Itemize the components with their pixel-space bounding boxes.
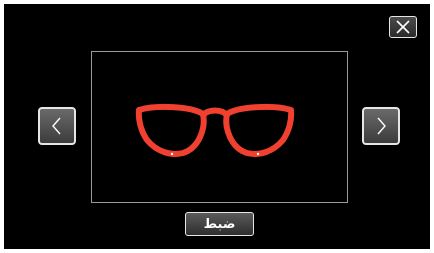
set-button-label: ضبط (203, 216, 236, 232)
glasses-icon (135, 103, 295, 157)
set-button[interactable]: ضبط (185, 212, 254, 236)
chevron-right-icon (377, 117, 386, 135)
close-button[interactable] (389, 16, 417, 38)
glasses-preview-frame (91, 51, 348, 203)
previous-button[interactable] (38, 107, 76, 145)
dialog-screen: ضبط (4, 4, 430, 249)
next-button[interactable] (362, 107, 400, 145)
close-x-icon (396, 20, 410, 34)
chevron-left-icon (52, 117, 61, 135)
